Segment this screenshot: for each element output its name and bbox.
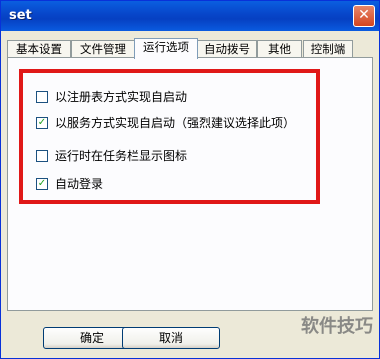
close-icon: ✕ <box>358 7 370 23</box>
cancel-button[interactable]: 取消 <box>122 327 220 349</box>
option-label: 以服务方式实现自启动（强烈建议选择此项） <box>55 116 296 130</box>
tab-control-end[interactable]: 控制端 <box>303 40 353 58</box>
window-title: set <box>9 8 32 23</box>
tab-strip: 基本设置 文件管理 运行选项 自动拨号 其他 控制端 <box>7 38 373 59</box>
tab-file-management[interactable]: 文件管理 <box>71 40 135 58</box>
title-bar[interactable]: set ✕ <box>1 1 379 31</box>
option-label: 以注册表方式实现自启动 <box>55 90 188 104</box>
option-label: 自动登录 <box>55 177 104 191</box>
checkbox[interactable]: ✓ <box>36 178 48 190</box>
tab-other[interactable]: 其他 <box>257 40 302 58</box>
tab-basic-settings[interactable]: 基本设置 <box>7 40 71 58</box>
tab-auto-dial[interactable]: 自动拨号 <box>197 40 257 58</box>
option-label: 运行时在任务栏显示图标 <box>55 149 188 163</box>
tab-run-options[interactable]: 运行选项 <box>134 38 198 59</box>
checkbox[interactable] <box>36 150 48 162</box>
settings-window: set ✕ 基本设置 文件管理 运行选项 自动拨号 其他 控制端 以注册表方式实… <box>0 0 380 359</box>
checkbox[interactable]: ✓ <box>36 117 48 129</box>
watermark-text: 软件技巧 <box>301 316 373 337</box>
close-button[interactable]: ✕ <box>353 5 375 27</box>
checkbox[interactable] <box>36 91 48 103</box>
